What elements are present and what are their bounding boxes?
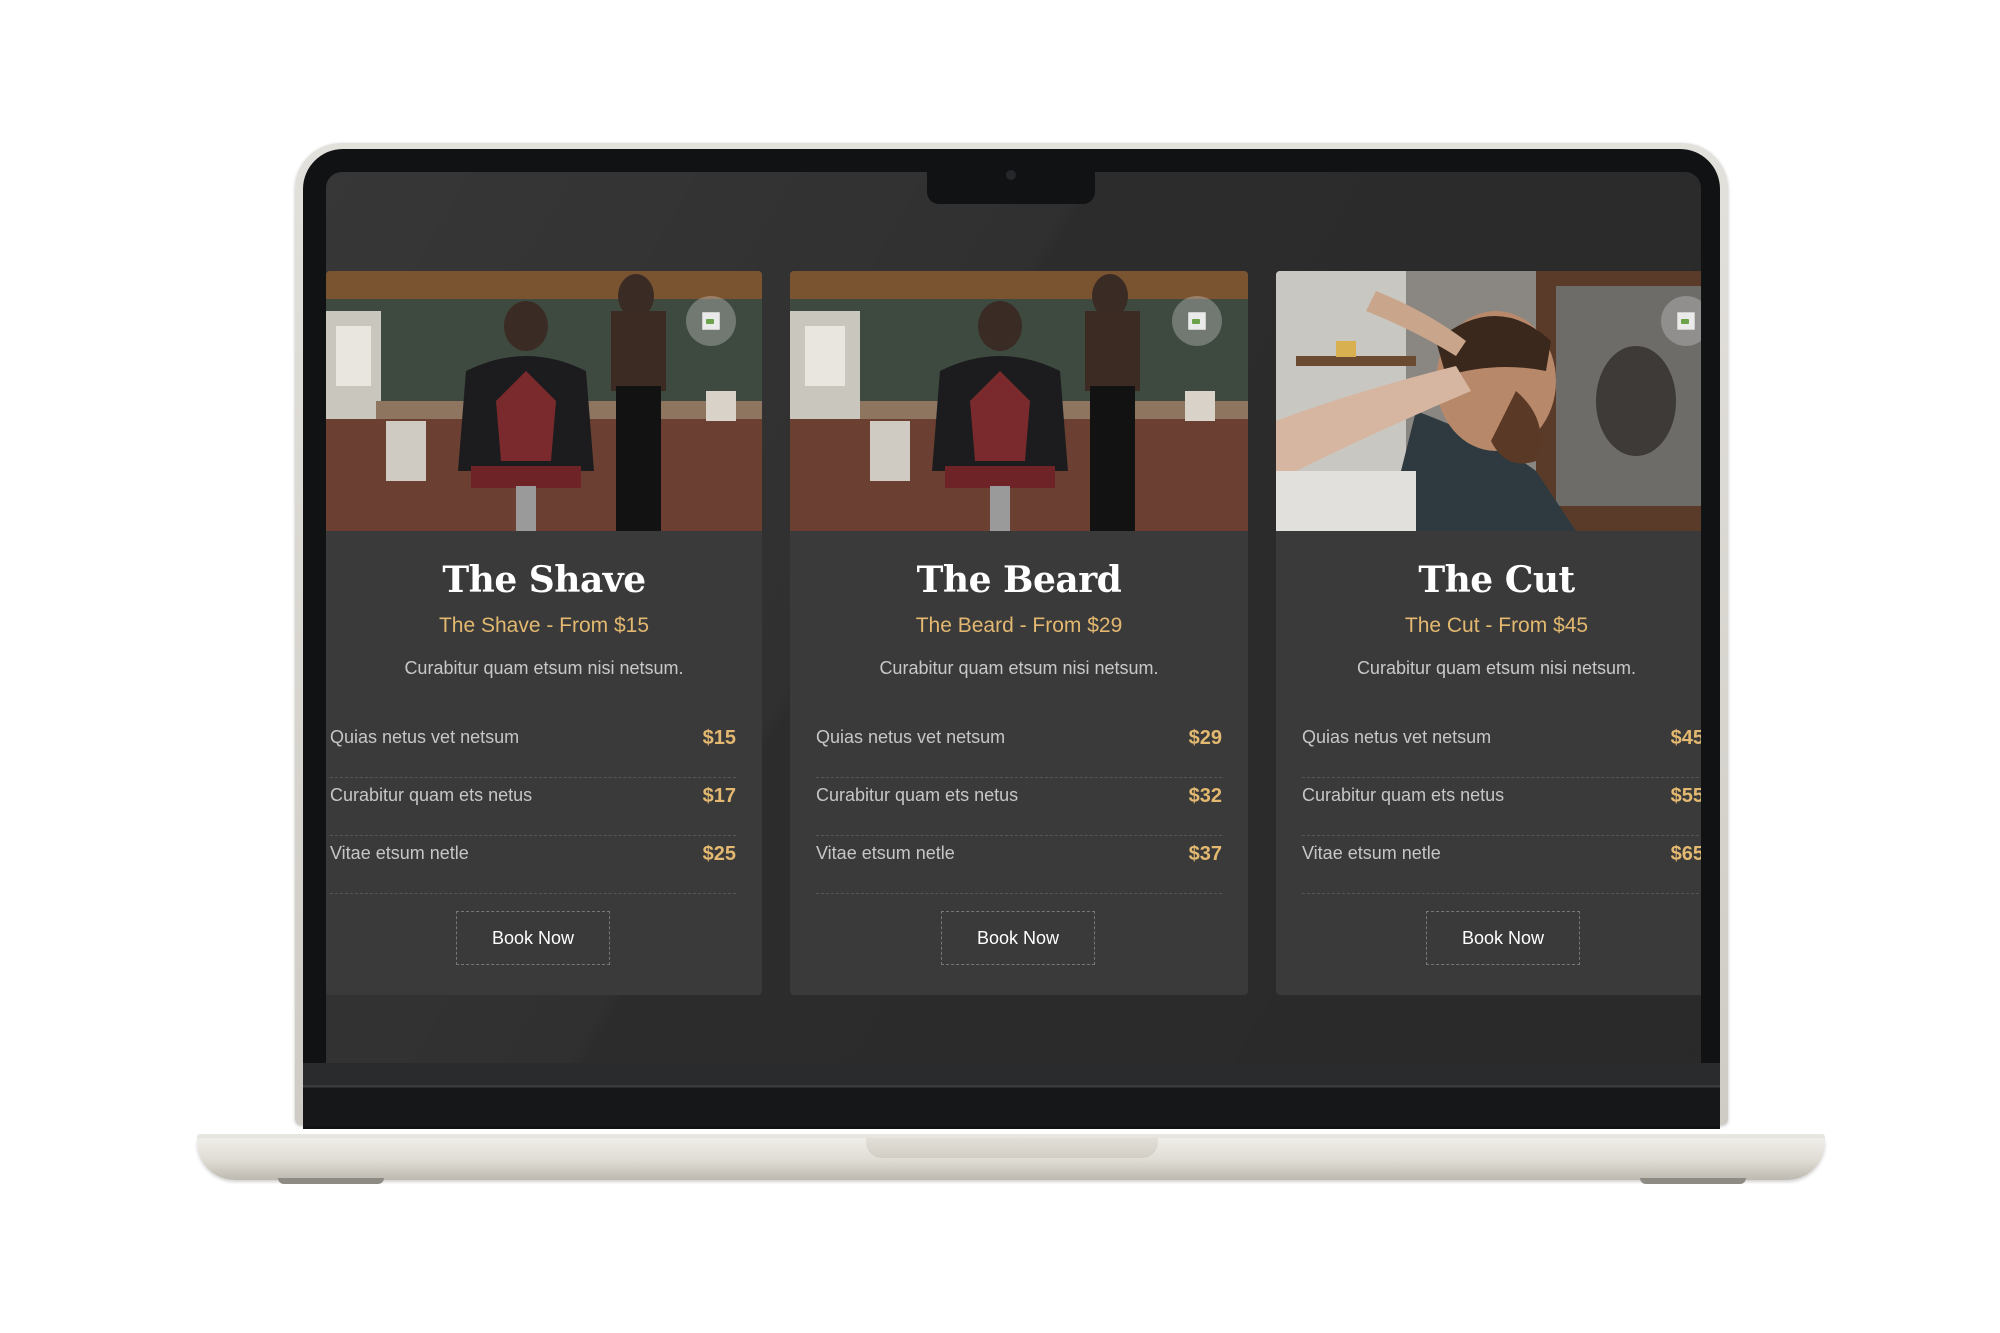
price-item-name: Curabitur quam ets netus <box>330 785 533 805</box>
price-item-name: Vitae etsum netle <box>816 843 955 863</box>
card-title: The Cut <box>1418 559 1575 601</box>
price-item-value: $29 <box>1188 727 1222 749</box>
price-item-name: Curabitur quam ets netus <box>1302 785 1505 805</box>
price-row: Vitae etsum netle $37 <box>816 835 1222 894</box>
card-subtitle: The Shave - From $15 <box>438 614 650 637</box>
image-placeholder-icon <box>686 296 736 346</box>
card-image-haircut <box>1276 271 1701 531</box>
price-row: Quias netus vet netsum $29 <box>816 719 1222 778</box>
card-description: Curabitur quam etsum nisi netsum. <box>879 658 1159 678</box>
card-image-barbershop <box>326 271 762 531</box>
service-card-cut: The Cut The Cut - From $45 Curabitur qua… <box>1276 271 1701 995</box>
book-now-button[interactable]: Book Now <box>456 911 610 965</box>
card-description: Curabitur quam etsum nisi netsum. <box>1356 658 1637 678</box>
card-title: The Beard <box>916 559 1122 601</box>
trackpad-notch <box>866 1138 1158 1158</box>
price-row: Quias netus vet netsum $45 <box>1302 719 1701 778</box>
laptop-foot <box>1640 1178 1746 1184</box>
price-item-value: $45 <box>1670 727 1701 749</box>
book-now-button[interactable]: Book Now <box>941 911 1095 965</box>
haircut-closeup-photo <box>1276 271 1701 531</box>
card-subtitle: The Beard - From $29 <box>915 614 1123 637</box>
book-now-button[interactable]: Book Now <box>1426 911 1580 965</box>
price-item-name: Quias netus vet netsum <box>1302 727 1492 747</box>
price-item-value: $55 <box>1670 785 1701 807</box>
card-description: Curabitur quam etsum nisi netsum. <box>404 658 684 678</box>
card-subtitle: The Cut - From $45 <box>1404 614 1589 637</box>
price-row: Curabitur quam ets netus $17 <box>330 777 736 836</box>
screen-hinge-area <box>303 1088 1720 1126</box>
price-item-name: Vitae etsum netle <box>330 843 469 863</box>
price-row: Curabitur quam ets netus $32 <box>816 777 1222 836</box>
divider <box>303 1085 1720 1087</box>
price-row: Quias netus vet netsum $15 <box>330 719 736 778</box>
image-placeholder-icon <box>1172 296 1222 346</box>
service-card-beard: The Beard The Beard - From $29 Curabitur… <box>790 271 1248 995</box>
camera-icon <box>1006 170 1016 180</box>
price-item-value: $17 <box>702 785 736 807</box>
service-card-shave: The Shave The Shave - From $15 Curabitur… <box>326 271 762 995</box>
price-row: Vitae etsum netle $25 <box>330 835 736 894</box>
price-row: Curabitur quam ets netus $55 <box>1302 777 1701 836</box>
card-title: The Shave <box>442 559 646 601</box>
price-item-name: Curabitur quam ets netus <box>816 785 1019 805</box>
card-image-barbershop <box>790 271 1248 531</box>
laptop-foot <box>278 1178 384 1184</box>
price-item-name: Quias netus vet netsum <box>330 727 520 747</box>
price-item-value: $65 <box>1670 843 1701 865</box>
price-item-value: $32 <box>1188 785 1222 807</box>
price-item-value: $15 <box>702 727 736 749</box>
price-item-value: $25 <box>702 843 736 865</box>
price-item-value: $37 <box>1188 843 1222 865</box>
price-item-name: Vitae etsum netle <box>1302 843 1441 863</box>
price-item-name: Quias netus vet netsum <box>816 727 1006 747</box>
price-row: Vitae etsum netle $65 <box>1302 835 1701 894</box>
